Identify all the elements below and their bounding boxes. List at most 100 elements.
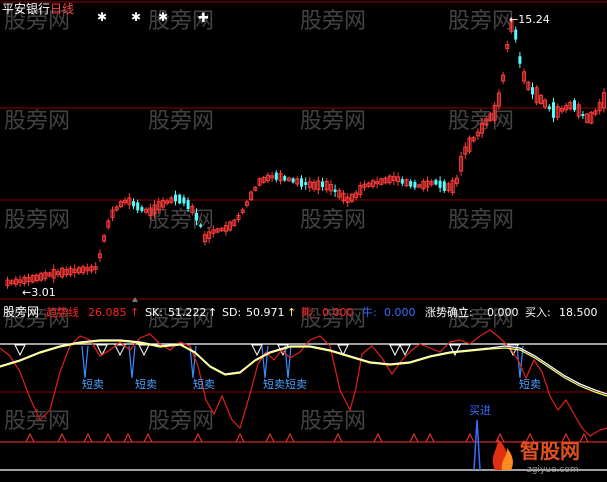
candle-body [438,180,442,188]
watermark-text: 股旁网 [300,208,366,233]
watermark-text: 股旁网 [4,109,70,134]
star-icon: ✱ [158,10,168,24]
candle-body [333,189,337,192]
stock-chart-window: 股旁网 股旁网 股旁网 股旁网 股旁网 股旁网 股旁网 股旁网 股旁网 股旁网 … [0,0,607,478]
sk-arrow: ↑ [208,306,217,319]
niu-label: 牛: [362,305,377,319]
buy-label: 买入: [525,306,551,319]
candle-body [413,182,417,188]
indicator-header: 股旁网 趋势线 26.085 ↑ SK: 51.222 ↑ SD: 50.971… [3,304,598,319]
down-triangle-icon [114,344,126,357]
plus-icon: ✚ [198,11,209,26]
candle-body [291,178,295,183]
up-triangle-icon [465,432,475,443]
watermark-text: 股旁网 [448,9,514,34]
up-triangle-icon [579,432,589,443]
short-sell-drop-icon [284,345,292,379]
short-sell-drop-icon [261,345,269,379]
main-chart-panel[interactable] [0,0,607,300]
watermark-text: 股旁网 [148,409,214,434]
up-triangle-icon [235,432,245,443]
candle-body [174,194,177,202]
candle-body [182,197,186,204]
star-icon: ✱ [97,10,107,24]
buy-signal-label: 买进 [469,404,491,417]
star-icon: ✱ [131,10,141,24]
candle-body [581,114,585,117]
up-triangle-icon [409,432,419,443]
xiong-value: 0.000 [322,306,354,319]
niu-value: 0.000 [384,306,416,319]
up-triangle-icon [103,432,113,443]
candle-body [434,179,438,185]
short-sell-drop-icon [128,345,136,379]
down-triangle-icon [138,344,150,357]
candle-body [186,200,190,210]
sd-value: 50.971 [246,306,285,319]
buy-value: 18.500 [559,306,598,319]
logo-name: 智股网 [520,439,580,463]
trend-confirm-label: 涨势确立: [425,305,473,319]
high-price-label: ←15.24 [509,13,550,26]
period-label[interactable]: 日线 [50,2,74,16]
indicator-panel[interactable] [0,329,607,471]
candle-body [400,179,404,184]
watermark-text: 股旁网 [4,208,70,233]
candle-body [552,102,555,118]
buy-signal-spike [473,419,481,471]
trend-confirm-value: 0.000 [487,306,519,319]
candle-body [140,207,144,211]
candle-body [300,178,303,187]
up-triangle-icon [373,432,383,443]
indicator-site-label: 股旁网 [3,304,39,319]
watermark-text: 股旁网 [300,109,366,134]
watermark-text: 股旁网 [300,409,366,434]
up-triangle-icon [285,432,295,443]
low-price-label: ←3.01 [22,286,56,299]
watermark-text: 股旁网 [148,208,214,233]
candle-body [409,181,413,187]
up-triangle-icon [25,432,35,443]
down-triangle-icon [449,344,461,357]
short-sell-label: 短卖 [82,377,104,391]
up-triangle-icon [143,432,153,443]
up-triangle-icon [123,432,133,443]
trend-line-name: 趋势线 [46,305,79,319]
up-triangle-icon [333,432,343,443]
candle-body [514,29,518,40]
sd-arrow: ↑ [287,306,296,319]
trend-line-arrow: ↑ [130,306,139,319]
down-triangle-icon [389,344,401,357]
candle-body [547,106,551,110]
watermark-text: 股旁网 [300,9,366,34]
buy-triangle-markers [25,432,589,443]
sk-value: 51.222 [168,306,207,319]
short-sell-label: 短卖短卖 [263,377,307,391]
short-sell-label: 短卖 [135,377,157,391]
brand-logo: 智股网 zgiyue.com [492,438,580,475]
logo-url: zgiyue.com [527,465,579,475]
candle-body [442,181,446,191]
sk-label: SK: [145,306,163,319]
up-triangle-icon [425,432,435,443]
sd-label: SD: [222,306,241,319]
down-triangle-icon [251,344,263,357]
short-sell-label: 短卖 [519,377,541,391]
candle-body [304,182,308,185]
buy-spike-icon [473,419,481,471]
candle-body [283,176,287,181]
trend-line-value: 26.085 [88,306,127,319]
xiong-label: 熊: [301,305,316,319]
up-triangle-icon [57,432,67,443]
watermark-text: 股旁网 [448,208,514,233]
up-triangle-icon [265,432,275,443]
candle-body [136,202,140,211]
candle-body [518,56,522,64]
candle-body [132,201,135,207]
candle-body [573,100,576,111]
candle-body [321,181,324,187]
candle-body [195,212,198,221]
watermark-text: 股旁网 [148,109,214,134]
candle-body [274,172,278,180]
candle-body [531,87,534,95]
